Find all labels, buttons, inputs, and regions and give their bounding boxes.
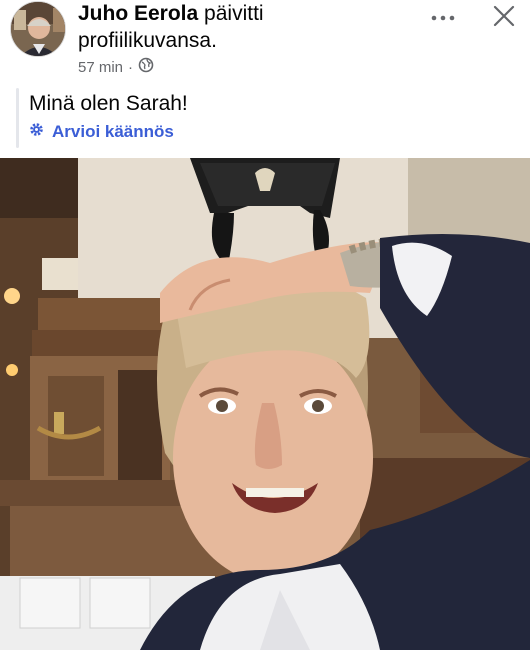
post-header: Juho Eerola päivitti profiilikuvansa. 57… bbox=[0, 0, 530, 86]
rate-translation-label: Arvioi käännös bbox=[52, 122, 174, 141]
post-meta: 57 min · bbox=[78, 57, 428, 77]
avatar[interactable] bbox=[10, 1, 66, 57]
action-text-continued: profiilikuvansa. bbox=[78, 29, 217, 52]
profile-photo[interactable] bbox=[0, 158, 530, 650]
post-header-text: Juho Eerola päivitti profiilikuvansa. 57… bbox=[78, 0, 428, 77]
gear-icon bbox=[29, 122, 44, 142]
author-name[interactable]: Juho Eerola bbox=[78, 2, 198, 25]
post-body: Minä olen Sarah! Arvioi käännös bbox=[0, 88, 530, 150]
meta-separator: · bbox=[128, 58, 134, 76]
post-text: Minä olen Sarah! bbox=[29, 92, 188, 115]
post-time[interactable]: 57 min bbox=[78, 59, 123, 76]
more-horizontal-icon[interactable] bbox=[430, 10, 456, 21]
post-title-line: Juho Eerola päivitti bbox=[78, 0, 428, 27]
rate-translation-link[interactable]: Arvioi käännös bbox=[29, 122, 174, 142]
globe-icon[interactable] bbox=[138, 57, 154, 77]
quote-bar bbox=[16, 88, 19, 148]
action-text: päivitti bbox=[204, 2, 264, 25]
close-icon[interactable] bbox=[492, 5, 516, 27]
